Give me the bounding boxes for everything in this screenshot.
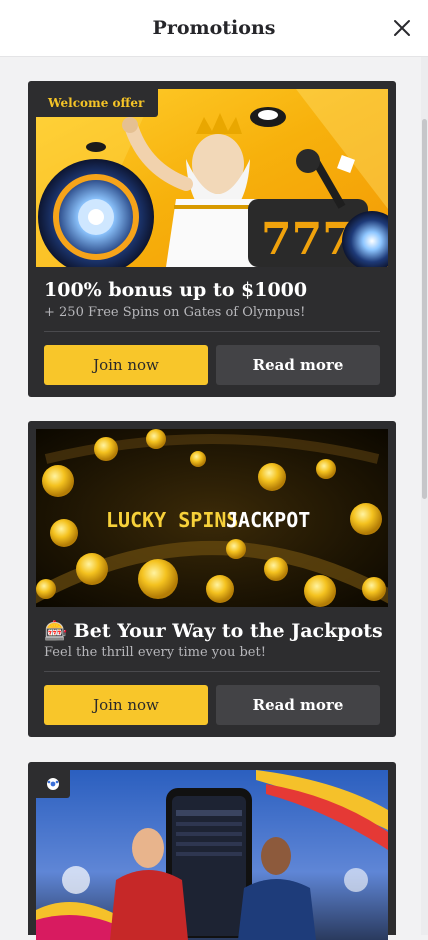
join-now-button[interactable]: Join now (44, 685, 208, 725)
read-more-button[interactable]: Read more (216, 345, 380, 385)
promo-card-sports (28, 762, 396, 940)
promo-title: 100% bonus up to $1000 (44, 279, 308, 301)
promo-title: 🎰 Bet Your Way to the Jackpots (44, 619, 383, 642)
header: Promotions (0, 0, 428, 57)
soccer-ball-icon (36, 770, 70, 798)
lucky-spins-text: LUCKY SPINS (106, 508, 238, 532)
divider (44, 331, 380, 332)
join-now-button[interactable]: Join now (44, 345, 208, 385)
promo-subtitle: + 250 Free Spins on Gates of Olympus! (44, 305, 306, 320)
promo-card-jackpot: LUCKY SPINS JACKPOT 🎰 Bet Your Way to the… (28, 421, 396, 737)
scroll-thumb[interactable] (422, 119, 427, 499)
svg-text:777: 777 (261, 214, 353, 265)
jackpot-text: JACKPOT (226, 508, 310, 532)
promo-card-welcome: 777 Welcome offer 100% bonus up to $1000… (28, 81, 396, 397)
lucky-spins-jackpot-banner: LUCKY SPINS JACKPOT (36, 429, 388, 607)
page-title: Promotions (152, 17, 276, 39)
welcome-offer-badge: Welcome offer (36, 89, 159, 117)
scrollbar[interactable] (421, 57, 428, 935)
promo-subtitle: Feel the thrill every time you bet! (44, 645, 266, 660)
divider (44, 671, 380, 672)
football-players-banner (36, 770, 388, 940)
promo-title-text: Bet Your Way to the Jackpots (73, 620, 383, 642)
slot-machine-icon: 🎰 (44, 620, 68, 642)
close-icon[interactable] (390, 16, 414, 40)
read-more-button[interactable]: Read more (216, 685, 380, 725)
